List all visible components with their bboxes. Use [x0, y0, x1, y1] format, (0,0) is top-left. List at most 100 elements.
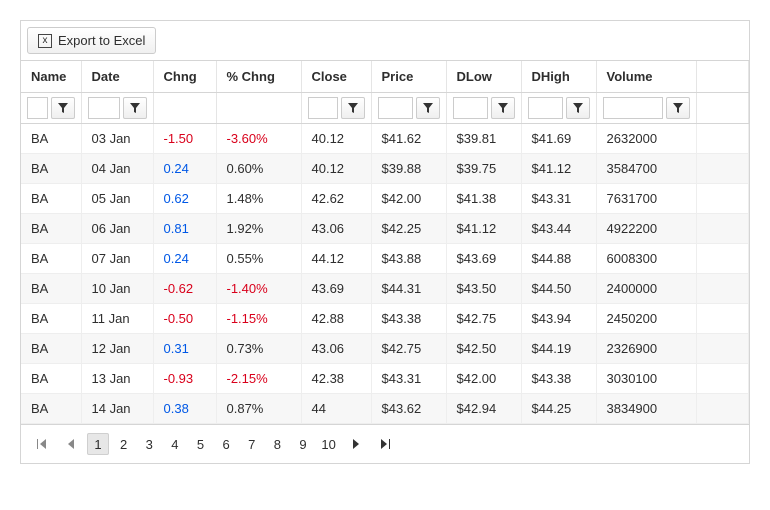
cell-chng: 0.62: [153, 184, 216, 214]
filter-dhigh-input[interactable]: [528, 97, 563, 119]
cell-spacer: [696, 334, 749, 364]
filter-volume-button[interactable]: [666, 97, 690, 119]
table-row[interactable]: BA04 Jan0.240.60%40.12$39.88$39.75$41.12…: [21, 154, 749, 184]
cell-volume: 6008300: [596, 244, 696, 274]
cell-date: 13 Jan: [81, 364, 153, 394]
cell-dlow: $42.50: [446, 334, 521, 364]
cell-chng: -0.62: [153, 274, 216, 304]
page-3[interactable]: 3: [138, 433, 160, 455]
cell-spacer: [696, 394, 749, 424]
table-row[interactable]: BA12 Jan0.310.73%43.06$42.75$42.50$44.19…: [21, 334, 749, 364]
col-date[interactable]: Date: [81, 61, 153, 93]
filter-price-button[interactable]: [416, 97, 440, 119]
page-4[interactable]: 4: [164, 433, 186, 455]
col-price[interactable]: Price: [371, 61, 446, 93]
cell-dlow: $42.00: [446, 364, 521, 394]
table-row[interactable]: BA10 Jan-0.62-1.40%43.69$44.31$43.50$44.…: [21, 274, 749, 304]
table-row[interactable]: BA11 Jan-0.50-1.15%42.88$43.38$42.75$43.…: [21, 304, 749, 334]
cell-close: 40.12: [301, 124, 371, 154]
cell-chng: 0.81: [153, 214, 216, 244]
funnel-icon: [130, 103, 140, 113]
page-5[interactable]: 5: [190, 433, 212, 455]
table-row[interactable]: BA07 Jan0.240.55%44.12$43.88$43.69$44.88…: [21, 244, 749, 274]
filter-name-input[interactable]: [27, 97, 48, 119]
cell-close: 40.12: [301, 154, 371, 184]
cell-name: BA: [21, 184, 81, 214]
cell-pchng: 0.55%: [216, 244, 301, 274]
last-page-icon: [380, 439, 390, 449]
table-row[interactable]: BA03 Jan-1.50-3.60%40.12$41.62$39.81$41.…: [21, 124, 749, 154]
page-1[interactable]: 1: [87, 433, 109, 455]
cell-volume: 3030100: [596, 364, 696, 394]
cell-date: 10 Jan: [81, 274, 153, 304]
cell-pchng: -2.15%: [216, 364, 301, 394]
cell-close: 43.06: [301, 334, 371, 364]
cell-dhigh: $43.94: [521, 304, 596, 334]
filter-dhigh-button[interactable]: [566, 97, 590, 119]
cell-date: 04 Jan: [81, 154, 153, 184]
cell-volume: 2400000: [596, 274, 696, 304]
cell-date: 03 Jan: [81, 124, 153, 154]
cell-pchng: 0.73%: [216, 334, 301, 364]
pager-next[interactable]: [346, 433, 368, 455]
filter-dlow-input[interactable]: [453, 97, 488, 119]
cell-pchng: -1.15%: [216, 304, 301, 334]
funnel-icon: [498, 103, 508, 113]
cell-date: 07 Jan: [81, 244, 153, 274]
page-6[interactable]: 6: [215, 433, 237, 455]
col-dlow[interactable]: DLow: [446, 61, 521, 93]
cell-chng: -0.93: [153, 364, 216, 394]
cell-price: $42.75: [371, 334, 446, 364]
pager-prev[interactable]: [59, 433, 81, 455]
cell-volume: 3584700: [596, 154, 696, 184]
cell-date: 12 Jan: [81, 334, 153, 364]
filter-volume-input[interactable]: [603, 97, 663, 119]
col-name[interactable]: Name: [21, 61, 81, 93]
cell-spacer: [696, 154, 749, 184]
table-row[interactable]: BA13 Jan-0.93-2.15%42.38$43.31$42.00$43.…: [21, 364, 749, 394]
page-2[interactable]: 2: [113, 433, 135, 455]
header-row: Name Date Chng % Chng Close Price DLow D…: [21, 61, 749, 93]
cell-date: 06 Jan: [81, 214, 153, 244]
col-volume[interactable]: Volume: [596, 61, 696, 93]
filter-date-input[interactable]: [88, 97, 120, 119]
cell-dlow: $42.75: [446, 304, 521, 334]
page-10[interactable]: 10: [318, 433, 340, 455]
cell-name: BA: [21, 154, 81, 184]
cell-dhigh: $41.69: [521, 124, 596, 154]
cell-price: $41.62: [371, 124, 446, 154]
filter-price-input[interactable]: [378, 97, 413, 119]
cell-volume: 2450200: [596, 304, 696, 334]
cell-spacer: [696, 124, 749, 154]
cell-date: 05 Jan: [81, 184, 153, 214]
page-7[interactable]: 7: [241, 433, 263, 455]
cell-price: $44.31: [371, 274, 446, 304]
next-page-icon: [353, 439, 361, 449]
filter-name-button[interactable]: [51, 97, 75, 119]
cell-spacer: [696, 184, 749, 214]
cell-price: $42.25: [371, 214, 446, 244]
filter-close-input[interactable]: [308, 97, 338, 119]
table-row[interactable]: BA14 Jan0.380.87%44$43.62$42.94$44.25383…: [21, 394, 749, 424]
pager-last[interactable]: [374, 433, 396, 455]
table-row[interactable]: BA05 Jan0.621.48%42.62$42.00$41.38$43.31…: [21, 184, 749, 214]
col-chng[interactable]: Chng: [153, 61, 216, 93]
col-close[interactable]: Close: [301, 61, 371, 93]
cell-dlow: $39.75: [446, 154, 521, 184]
cell-volume: 2632000: [596, 124, 696, 154]
cell-price: $43.62: [371, 394, 446, 424]
page-9[interactable]: 9: [292, 433, 314, 455]
filter-date-button[interactable]: [123, 97, 147, 119]
table-row[interactable]: BA06 Jan0.811.92%43.06$42.25$41.12$43.44…: [21, 214, 749, 244]
filter-dlow-button[interactable]: [491, 97, 515, 119]
page-8[interactable]: 8: [266, 433, 288, 455]
filter-close-button[interactable]: [341, 97, 365, 119]
cell-dhigh: $44.25: [521, 394, 596, 424]
export-excel-button[interactable]: x Export to Excel: [27, 27, 156, 54]
col-dhigh[interactable]: DHigh: [521, 61, 596, 93]
pager-first[interactable]: [31, 433, 53, 455]
funnel-icon: [423, 103, 433, 113]
col-pchng[interactable]: % Chng: [216, 61, 301, 93]
cell-price: $42.00: [371, 184, 446, 214]
cell-pchng: 1.48%: [216, 184, 301, 214]
